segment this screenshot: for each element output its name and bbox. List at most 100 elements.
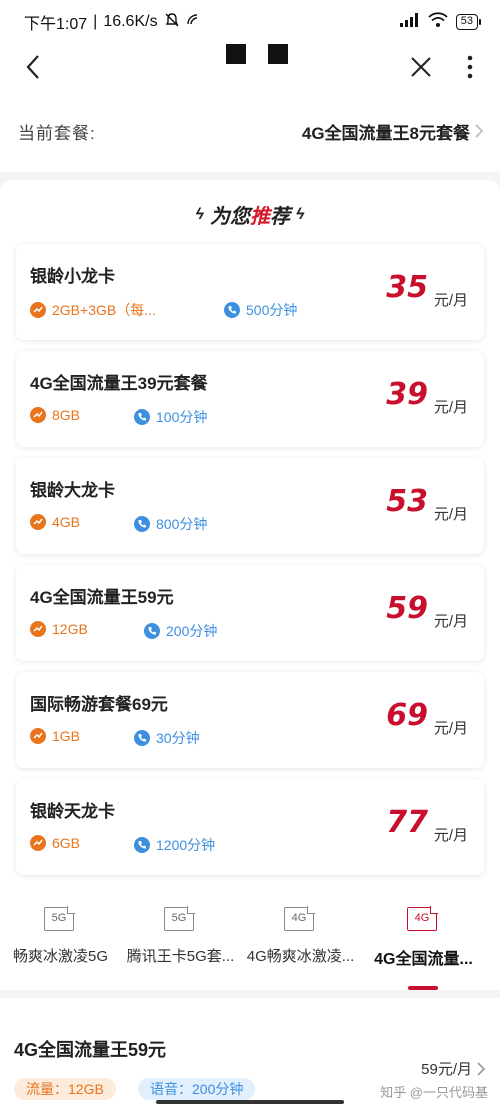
plan-price: 35 xyxy=(386,270,428,305)
nfc-icon xyxy=(186,13,200,32)
sim-card-icon: 5G xyxy=(164,907,194,931)
plan-unit: 元/月 xyxy=(433,506,468,523)
plan-price: 77 xyxy=(386,805,428,840)
tab-4g-national[interactable]: 4G 4G全国流量... xyxy=(361,895,486,990)
plan-data: 12GB xyxy=(30,621,88,637)
tab-label: 畅爽冰激凌5G xyxy=(12,948,108,965)
plan-voice: 30分钟 xyxy=(134,728,200,748)
plan-name: 4G全国流量王59元 xyxy=(30,588,174,607)
status-left: 下午1:07 | 16.6K/s xyxy=(24,10,200,34)
plan-unit: 元/月 xyxy=(433,292,468,309)
plan-data: 8GB xyxy=(30,407,80,423)
plan-card[interactable]: 银龄小龙卡 2GB+3GB（每... 500分钟 35 元/月 xyxy=(16,244,484,340)
plan-unit: 元/月 xyxy=(433,827,468,844)
data-trend-icon xyxy=(30,407,46,423)
tab-label: 4G全国流量... xyxy=(374,951,473,968)
tab-label: 4G畅爽冰激凌... xyxy=(246,948,355,965)
plan-card[interactable]: 4G全国流量王39元套餐 8GB 100分钟 39 元/月 xyxy=(16,351,484,447)
phone-icon xyxy=(134,409,150,425)
plan-price: 53 xyxy=(386,484,428,519)
status-time: 下午1:07 xyxy=(24,16,88,33)
phone-icon xyxy=(134,516,150,532)
active-tab-indicator xyxy=(408,986,438,990)
sim-card-icon: 4G xyxy=(284,907,314,931)
chevron-left-icon xyxy=(26,55,39,79)
status-divider: | xyxy=(93,13,98,30)
phone-icon xyxy=(224,302,240,318)
current-plan-value-wrap: 4G全国流量王8元套餐 xyxy=(302,119,484,144)
wifi-icon xyxy=(428,11,448,33)
plan-unit: 元/月 xyxy=(433,720,468,737)
plan-unit: 元/月 xyxy=(433,399,468,416)
data-trend-icon xyxy=(30,514,46,530)
status-right: 53 xyxy=(398,11,482,33)
data-trend-icon xyxy=(30,835,46,851)
current-plan-label: 当前套餐: xyxy=(18,123,96,143)
lightning-icon: ϟ xyxy=(195,205,204,223)
chevron-right-icon xyxy=(475,124,484,138)
phone-icon xyxy=(134,837,150,853)
tab-5g-icecream[interactable]: 5G 畅爽冰激凌5G xyxy=(0,895,123,990)
data-trend-icon xyxy=(30,728,46,744)
sim-card-icon: 5G xyxy=(44,907,74,931)
plan-voice: 200分钟 xyxy=(144,621,217,641)
detail-plan-name: 4G全国流量王59元 xyxy=(14,1040,167,1060)
plan-name: 银龄小龙卡 xyxy=(30,267,115,286)
plan-detail[interactable]: 4G全国流量王59元 59元/月 流量：12GB 语音：200分钟 知乎 @一只… xyxy=(0,998,500,1111)
current-plan-row[interactable]: 当前套餐: 4G全国流量王8元套餐 xyxy=(0,90,500,172)
battery-icon: 53 xyxy=(455,14,482,30)
plan-category-tabs: 5G 畅爽冰激凌5G 5G 腾讯王卡5G套... 4G 4G畅爽冰激凌... 4… xyxy=(0,895,500,990)
phone-icon xyxy=(134,730,150,746)
current-plan-value: 4G全国流量王8元套餐 xyxy=(301,123,470,143)
home-indicator[interactable] xyxy=(156,1100,344,1104)
plan-data: 2GB+3GB（每... xyxy=(30,300,156,320)
plan-voice: 1200分钟 xyxy=(134,835,215,855)
nav-bar xyxy=(0,44,500,90)
plan-card[interactable]: 4G全国流量王59元 12GB 200分钟 59 元/月 xyxy=(16,565,484,661)
close-button[interactable] xyxy=(404,50,438,84)
back-button[interactable] xyxy=(18,50,48,84)
data-trend-icon xyxy=(30,302,46,318)
more-button[interactable] xyxy=(458,50,482,84)
status-bar: 下午1:07 | 16.6K/s 53 xyxy=(0,0,500,44)
tab-4g-icecream[interactable]: 4G 4G畅爽冰激凌... xyxy=(238,895,363,990)
watermark: 知乎 @一只代码基 xyxy=(380,1085,488,1100)
plan-name: 银龄大龙卡 xyxy=(30,481,115,500)
detail-price: 59元/月 xyxy=(421,1058,486,1079)
plan-voice: 100分钟 xyxy=(134,407,207,427)
detail-voice-chip: 语音：200分钟 xyxy=(138,1078,256,1100)
plan-name: 银龄天龙卡 xyxy=(30,802,115,821)
plan-data: 6GB xyxy=(30,835,80,851)
close-icon xyxy=(411,57,431,77)
plan-name: 国际畅游套餐69元 xyxy=(30,695,168,714)
plan-voice: 800分钟 xyxy=(134,514,207,534)
plan-unit: 元/月 xyxy=(433,613,468,630)
plan-data: 1GB xyxy=(30,728,80,744)
plan-card[interactable]: 银龄天龙卡 6GB 1200分钟 77 元/月 xyxy=(16,779,484,875)
plan-price: 69 xyxy=(386,698,428,733)
plan-card[interactable]: 国际畅游套餐69元 1GB 30分钟 69 元/月 xyxy=(16,672,484,768)
redacted-title-block xyxy=(226,44,246,64)
chevron-right-icon xyxy=(477,1061,486,1076)
plan-price: 39 xyxy=(386,377,428,412)
mute-bell-icon xyxy=(164,12,180,33)
plan-voice: 500分钟 xyxy=(224,300,297,320)
plan-card[interactable]: 银龄大龙卡 4GB 800分钟 53 元/月 xyxy=(16,458,484,554)
more-vertical-icon xyxy=(467,55,473,79)
recommend-title: ϟ 为您推荐 ϟ xyxy=(0,200,500,229)
tab-label: 腾讯王卡5G套... xyxy=(126,948,235,965)
status-speed: 16.6K/s xyxy=(103,13,158,30)
recommend-section: ϟ 为您推荐 ϟ 银龄小龙卡 2GB+3GB（每... 500分钟 35 元/月… xyxy=(0,180,500,990)
recommend-title-text: 为您推荐 xyxy=(210,206,290,228)
plan-data: 4GB xyxy=(30,514,80,530)
plan-name: 4G全国流量王39元套餐 xyxy=(30,374,208,393)
data-trend-icon xyxy=(30,621,46,637)
phone-icon xyxy=(144,623,160,639)
redacted-title-block xyxy=(268,44,288,64)
plan-price: 59 xyxy=(386,591,428,626)
lightning-icon: ϟ xyxy=(296,205,305,223)
signal-icon xyxy=(398,12,420,33)
sim-card-icon: 4G xyxy=(407,907,437,931)
tab-tencent-5g[interactable]: 5G 腾讯王卡5G套... xyxy=(118,895,243,990)
detail-data-chip: 流量：12GB xyxy=(14,1078,116,1100)
